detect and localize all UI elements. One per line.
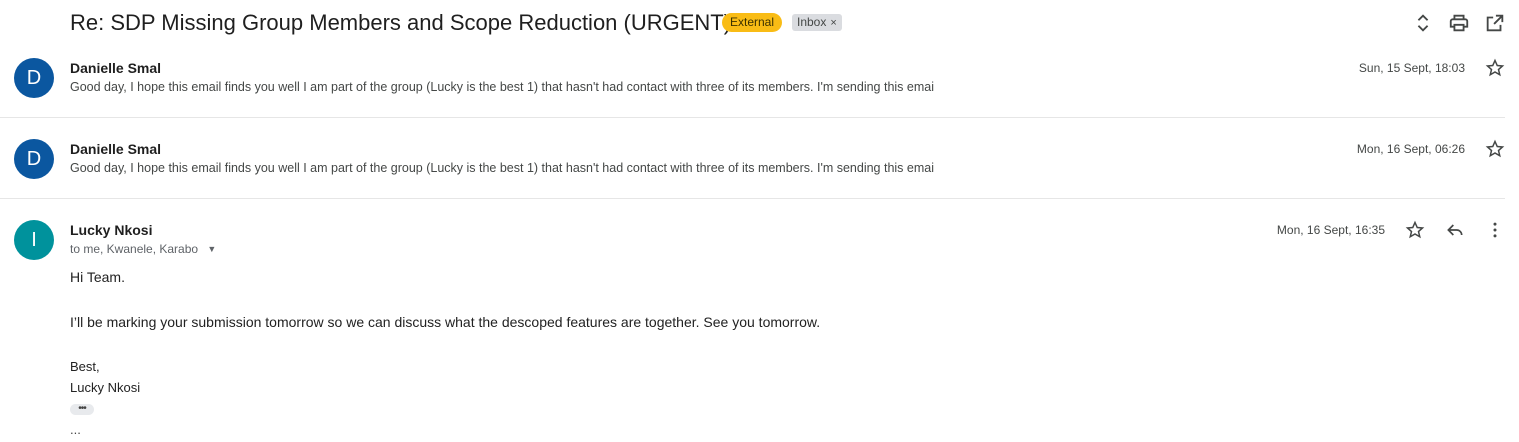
show-trimmed-content-button[interactable]: ••• <box>70 404 94 415</box>
label-inbox[interactable]: Inbox × <box>792 14 842 31</box>
recipients-dropdown[interactable]: to me, Kwanele, Karabo ▼ <box>70 242 216 256</box>
divider <box>0 198 1505 199</box>
remove-label-icon[interactable]: × <box>830 17 836 29</box>
chevron-down-icon[interactable]: ▼ <box>207 244 216 254</box>
star-icon[interactable] <box>1405 220 1425 240</box>
trailing-text: ... <box>70 422 81 437</box>
avatar[interactable]: D <box>14 58 54 98</box>
label-inbox-text: Inbox <box>797 15 827 29</box>
message-date: Mon, 16 Sept, 06:26 <box>1356 142 1465 156</box>
print-icon[interactable] <box>1448 12 1470 34</box>
signature-name: Lucky Nkosi <box>70 380 141 395</box>
thread-subject: Re: SDP Missing Group Members and Scope … <box>70 10 732 35</box>
message-collapsed[interactable]: D Danielle Smal Good day, I hope this em… <box>0 137 1505 199</box>
sender-name[interactable]: Lucky Nkosi <box>70 222 152 238</box>
expand-collapse-icon[interactable] <box>1412 12 1434 34</box>
recipients-text: to me, Kwanele, Karabo <box>70 242 199 256</box>
avatar[interactable]: D <box>14 139 54 179</box>
more-options-icon[interactable] <box>1485 220 1505 240</box>
body-paragraph: I’ll be marking your submission tomorrow… <box>70 314 821 330</box>
message-collapsed[interactable]: D Danielle Smal Good day, I hope this em… <box>0 56 1505 118</box>
message-date: Mon, 16 Sept, 16:35 <box>1276 223 1385 237</box>
thread-header: Re: SDP Missing Group Members and Scope … <box>0 0 1519 46</box>
sign-off: Best, <box>70 359 100 374</box>
message-expanded: I Lucky Nkosi to me, Kwanele, Karabo ▼ M… <box>0 218 1505 442</box>
message-snippet: Good day, I hope this email finds you we… <box>70 161 935 175</box>
body-greeting: Hi Team. <box>70 269 125 285</box>
reply-icon[interactable] <box>1445 220 1465 240</box>
star-icon[interactable] <box>1485 139 1505 159</box>
divider <box>0 117 1505 118</box>
message-date: Sun, 15 Sept, 18:03 <box>1358 61 1465 75</box>
open-in-new-window-icon[interactable] <box>1484 12 1506 34</box>
message-snippet: Good day, I hope this email finds you we… <box>70 80 935 94</box>
sender-name[interactable]: Danielle Smal <box>70 60 161 76</box>
star-icon[interactable] <box>1485 58 1505 78</box>
sender-name[interactable]: Danielle Smal <box>70 141 161 157</box>
label-external: External <box>722 13 783 32</box>
avatar[interactable]: I <box>14 220 54 260</box>
